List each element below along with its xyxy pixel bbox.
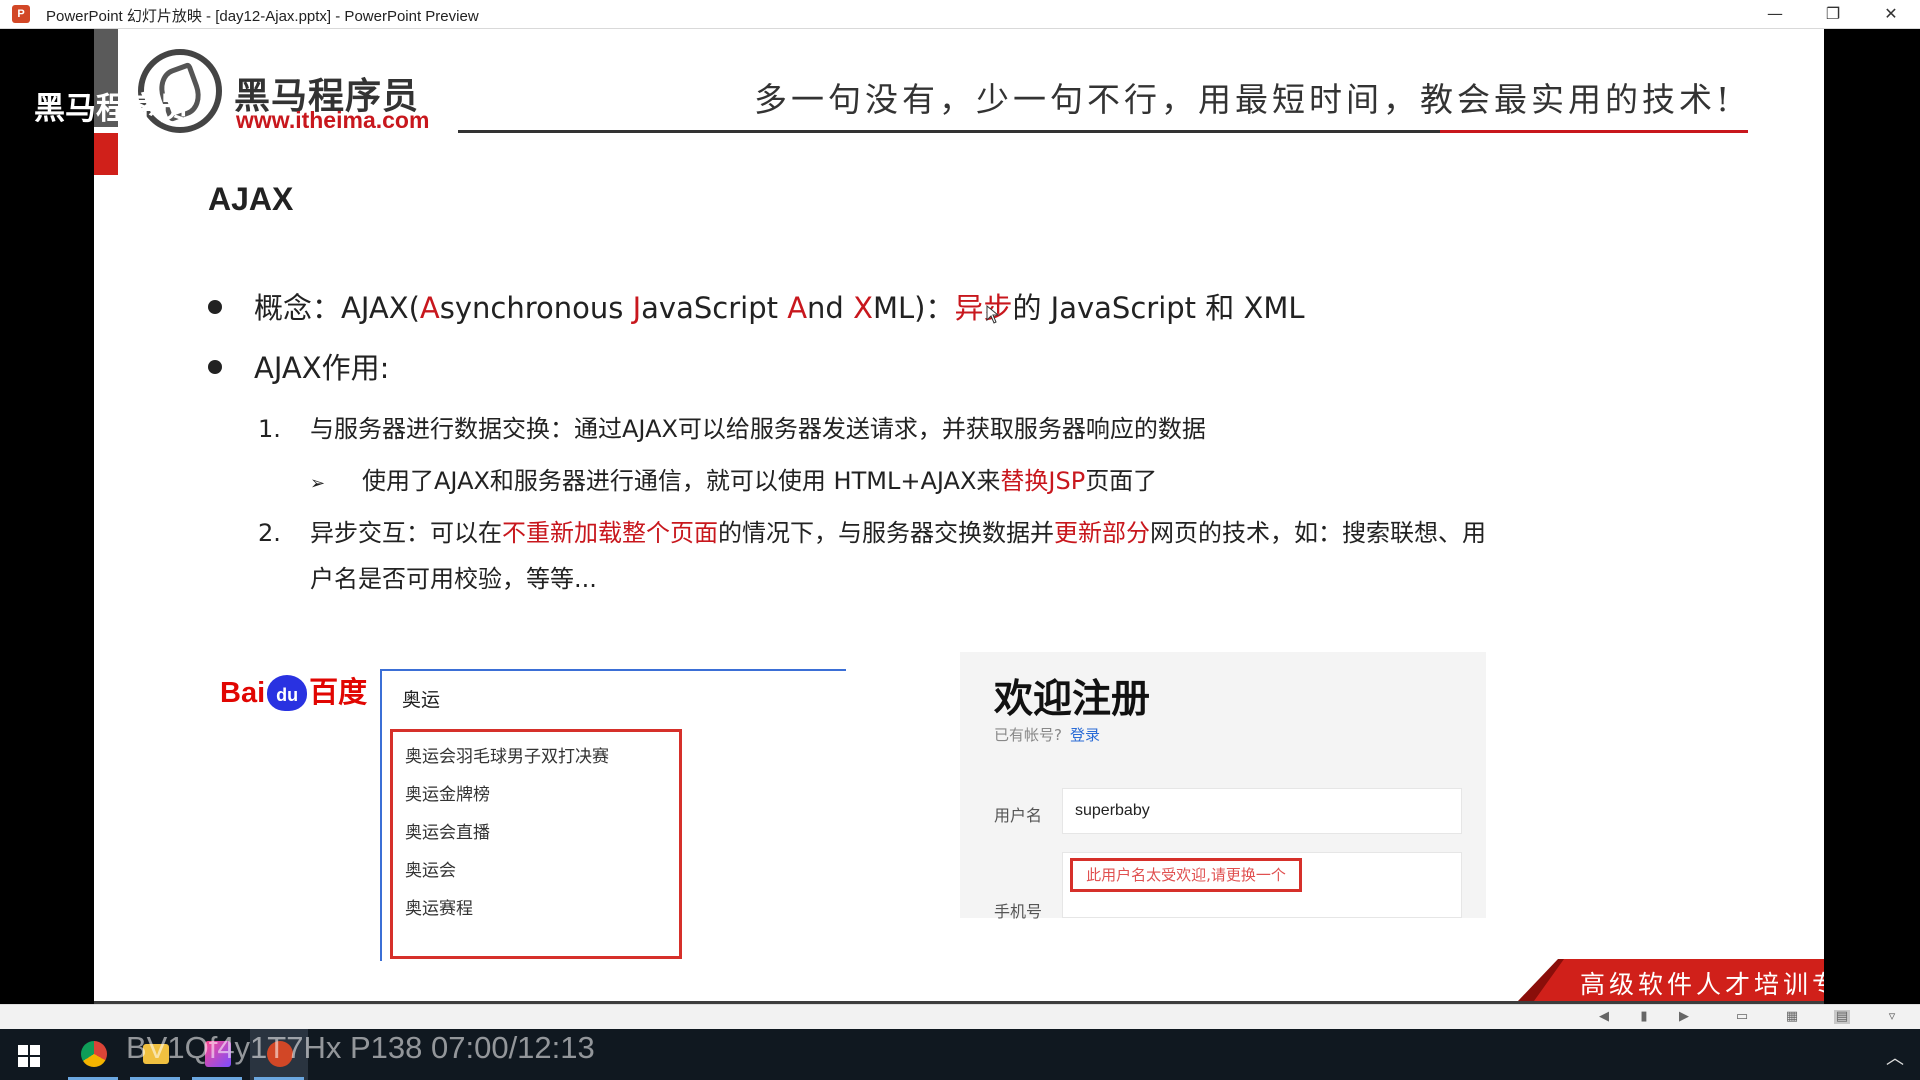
reading-view-icon[interactable]: ▤	[1834, 1010, 1850, 1024]
word-synchronous: synchronous	[439, 291, 633, 325]
menu-icon[interactable]: ▮	[1636, 1010, 1652, 1024]
bullet-concept: 概念：AJAX(Asynchronous JavaScript And XML)…	[208, 285, 1305, 327]
list-item-2-text2: 的情况下，与服务器交换数据并	[718, 519, 1054, 547]
word-ml: ML)：	[872, 291, 955, 325]
word-javascript: avaScript	[641, 291, 788, 325]
username-field: superbaby	[1062, 788, 1462, 834]
no-reload-highlight: 不重新加载整个页面	[502, 519, 718, 547]
sub-item-1: ➢ 使用了AJAX和服务器进行通信，就可以使用 HTML+AJAX来替换JSP页面…	[310, 461, 1157, 496]
slideshow-view-icon[interactable]: ▿	[1884, 1010, 1900, 1024]
list-item-2-text3: 网页的技术，如：搜索联想、用	[1150, 519, 1486, 547]
arrow-bullet-icon: ➢	[310, 473, 326, 494]
concept-suffix: 的 JavaScript 和 XML	[1012, 291, 1305, 325]
watermark-text: 黑马程序员	[34, 91, 189, 127]
slide-sorter-icon[interactable]: ▦	[1784, 1010, 1800, 1024]
baidu-search-input: 奥运	[380, 669, 846, 721]
baidu-logo-bai: Bai	[220, 677, 266, 709]
sub-item-text: 使用了AJAX和服务器进行通信，就可以使用 HTML+AJAX来	[362, 467, 1001, 495]
bullet-dot-icon	[208, 360, 222, 374]
list-item-2: 2. 异步交互：可以在不重新加载整个页面的情况下，与服务器交换数据并更新部分网页的…	[258, 513, 1486, 548]
header-divider-red	[1440, 130, 1748, 133]
corner-banner-text: 高级软件人才培训专家	[1580, 970, 1824, 999]
powerpoint-icon: P	[12, 5, 30, 23]
username-error-message: 此用户名太受欢迎,请更换一个	[1070, 858, 1302, 892]
bullet-dot-icon	[208, 300, 222, 314]
purpose-label: AJAX作用:	[254, 351, 390, 385]
login-hint: 已有帐号? 登录	[994, 724, 1100, 745]
letter-a: A	[419, 291, 440, 325]
window-title-bar: P PowerPoint 幻灯片放映 - [day12-Ajax.pptx] -…	[0, 0, 1920, 29]
letter-x: X	[853, 291, 873, 325]
sub-item-suffix: 页面了	[1085, 467, 1158, 495]
windows-icon	[18, 1045, 40, 1067]
login-hint-text: 已有帐号?	[994, 726, 1062, 744]
search-query: 奥运	[402, 689, 441, 711]
slide-slogan: 多一句没有，少一句不行，用最短时间，教会最实用的技术!	[754, 80, 1734, 119]
previous-slide-icon[interactable]: ◀	[1596, 1010, 1612, 1024]
suggestion-item: 奥运会羽毛球男子双打决赛	[405, 747, 609, 767]
logo-url: www.itheima.com	[236, 107, 430, 133]
login-link: 登录	[1069, 726, 1100, 744]
list-item-1: 1. 与服务器进行数据交换：通过AJAX可以给服务器发送请求，并获取服务器响应的数…	[258, 409, 1206, 444]
partial-update-highlight: 更新部分	[1054, 519, 1150, 547]
list-item-1-text: 与服务器进行数据交换：通过AJAX可以给服务器发送请求，并获取服务器响应的数据	[310, 415, 1206, 443]
phone-label: 手机号	[994, 902, 1043, 921]
letter-a2: A	[787, 291, 808, 325]
next-slide-icon[interactable]: ▶	[1676, 1010, 1692, 1024]
async-highlight: 异步	[954, 291, 1013, 325]
concept-prefix: 概念：AJAX(	[254, 291, 420, 325]
video-overlay-text: BV1Qf4y1T7Hx P138 07:00/12:13	[126, 1030, 595, 1065]
list-item-2-text: 异步交互：可以在	[310, 519, 502, 547]
chrome-taskbar-button[interactable]	[64, 1029, 122, 1080]
list-number: 1.	[258, 415, 281, 443]
bullet-purpose: AJAX作用:	[208, 345, 389, 387]
suggestion-item: 奥运金牌榜	[405, 785, 490, 805]
suggestion-item: 奥运会直播	[405, 823, 490, 843]
list-item-2-continued: 户名是否可用校验，等等...	[310, 565, 597, 593]
start-button[interactable]	[0, 1029, 58, 1080]
word-and: nd	[807, 291, 854, 325]
username-label: 用户名	[994, 806, 1043, 825]
suggestion-item: 奥运会	[405, 861, 456, 881]
slideshow-status-bar: ◀ ▮ ▶ ▭ ▦ ▤ ▿	[0, 1004, 1920, 1030]
minimize-button[interactable]: —	[1752, 0, 1798, 28]
baidu-logo-du: 百度	[309, 677, 368, 709]
slideshow-area: 黑马程序员 www.itheima.com 多一句没有，少一句不行，用最短时间，…	[0, 29, 1920, 1033]
slide[interactable]: 黑马程序员 www.itheima.com 多一句没有，少一句不行，用最短时间，…	[94, 29, 1824, 1001]
window-title: PowerPoint 幻灯片放映 - [day12-Ajax.pptx] - P…	[46, 8, 479, 25]
chrome-icon	[81, 1041, 107, 1067]
letter-j: J	[632, 291, 642, 325]
slide-accent-red	[94, 133, 118, 175]
list-number: 2.	[258, 519, 281, 547]
search-suggestions: 奥运会羽毛球男子双打决赛 奥运金牌榜 奥运会直播 奥运会 奥运赛程	[390, 729, 682, 959]
close-button[interactable]: ✕	[1868, 0, 1914, 28]
baidu-paw-icon: du	[267, 675, 308, 711]
chevron-up-icon[interactable]: ︿	[1886, 1044, 1904, 1070]
search-dropdown-border	[380, 721, 382, 961]
restore-button[interactable]: ❐	[1810, 0, 1856, 28]
register-form-example: 欢迎注册 已有帐号? 登录 用户名 superbaby 此用户名太受欢迎,请更换一…	[960, 652, 1486, 921]
slide-title: AJAX	[208, 181, 294, 217]
baidu-logo: Bai du 百度	[220, 669, 367, 711]
register-title: 欢迎注册	[994, 677, 1151, 722]
normal-view-icon[interactable]: ▭	[1734, 1010, 1750, 1024]
mouse-cursor-icon	[986, 305, 1000, 324]
replace-jsp-highlight: 替换JSP	[1000, 467, 1086, 495]
suggestion-item: 奥运赛程	[405, 899, 473, 919]
